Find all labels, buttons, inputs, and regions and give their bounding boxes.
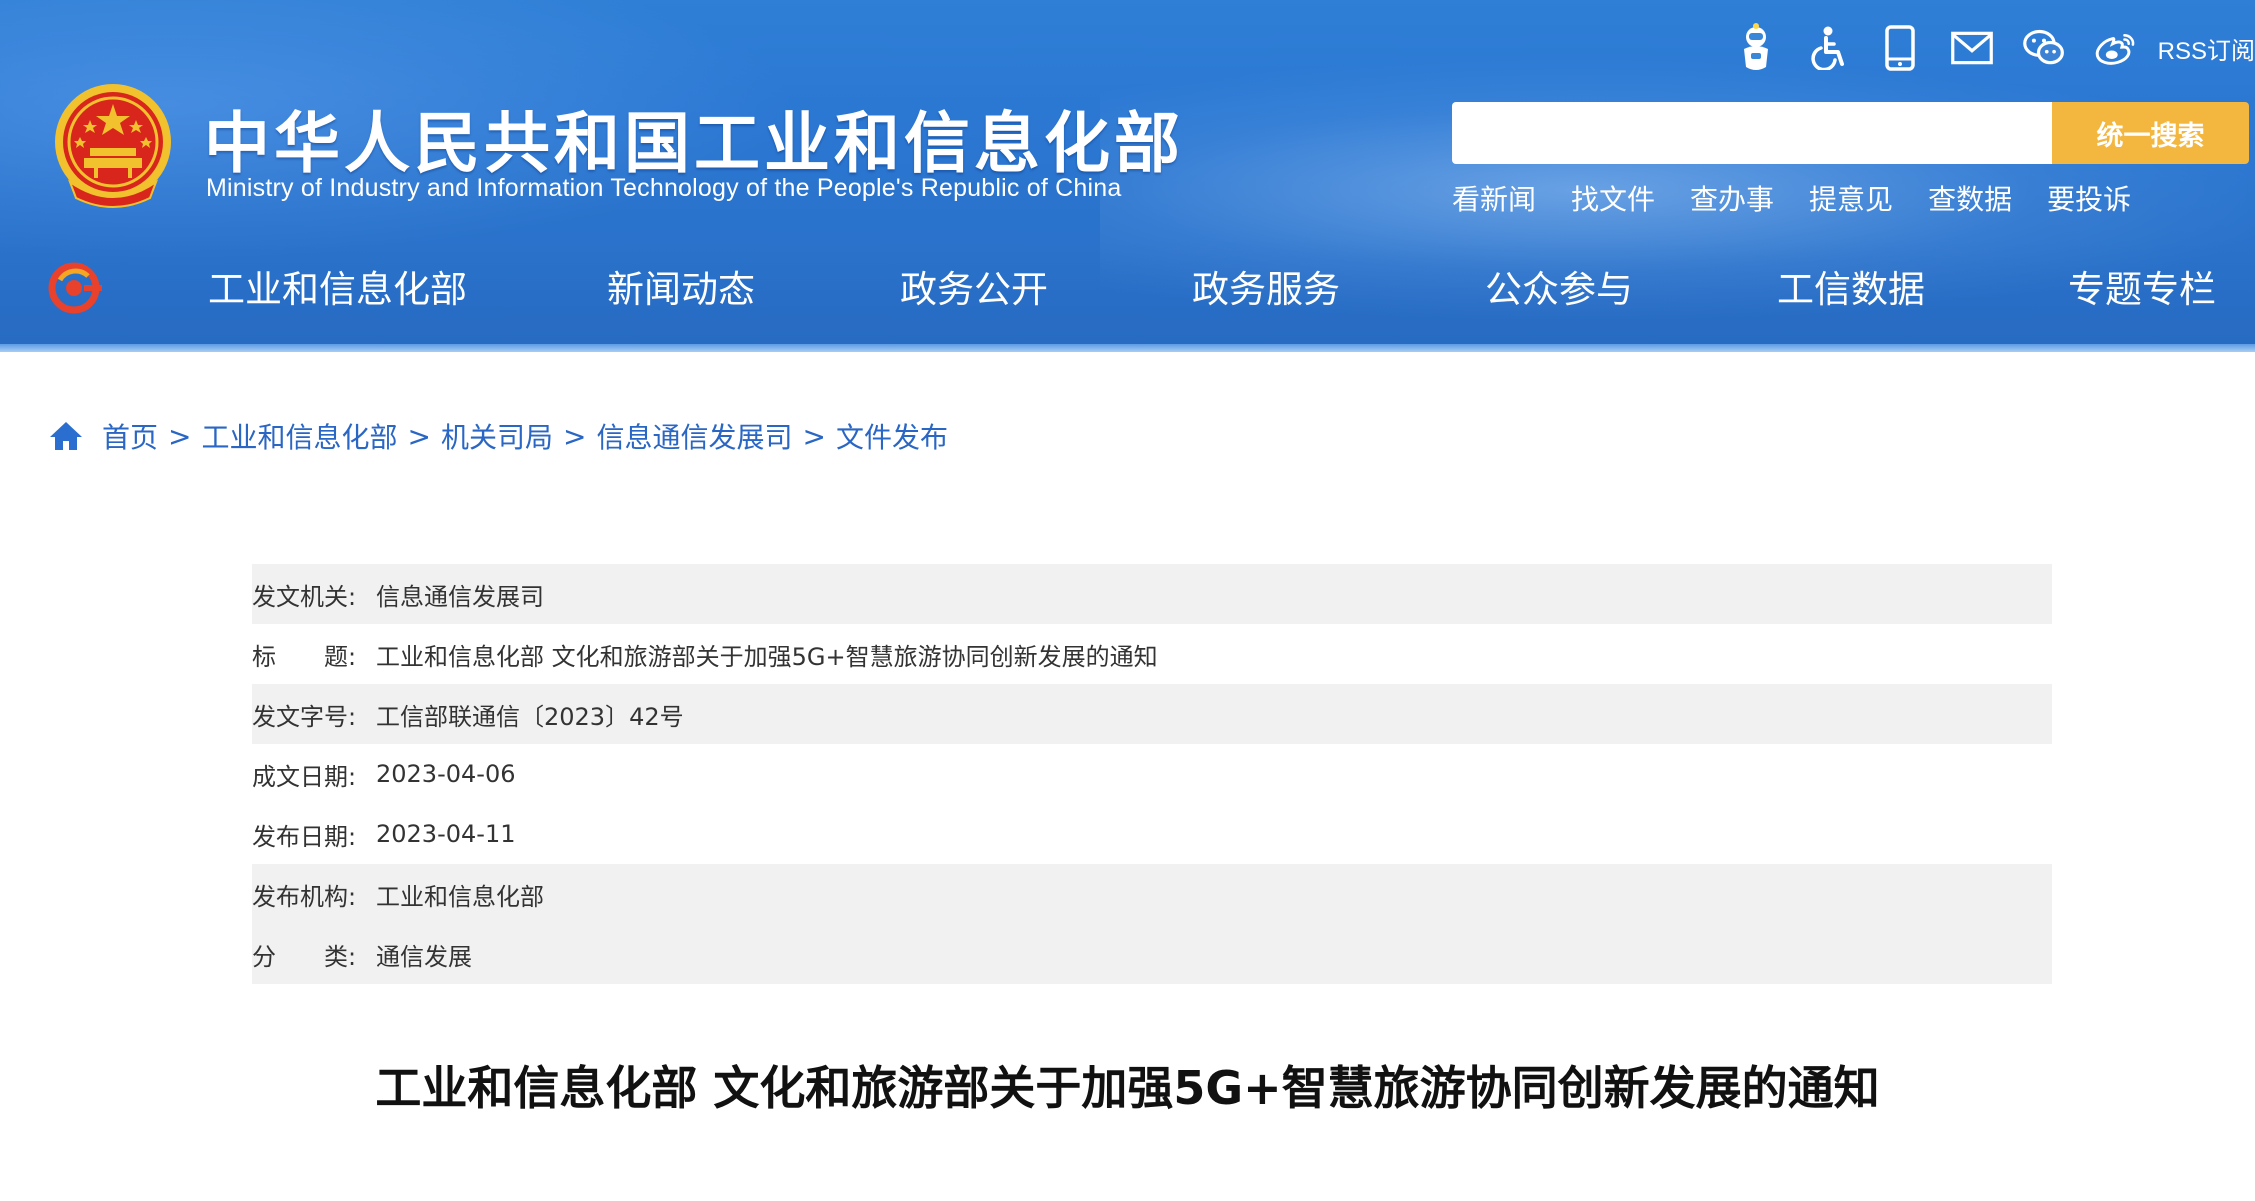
breadcrumb-separator: > — [562, 419, 587, 453]
document-metadata: 发文机关: 信息通信发展司 标 题: 工业和信息化部 文化和旅游部关于加强5G+… — [252, 564, 2052, 984]
meta-row-publisher: 发布机构: 工业和信息化部 — [252, 864, 2052, 924]
breadcrumb-home[interactable]: 首页 — [102, 416, 158, 456]
meta-label: 标 题: — [252, 642, 357, 671]
robot-assistant-icon[interactable] — [1734, 23, 1778, 73]
meta-label: 发文字号: — [252, 702, 357, 731]
accessibility-icon[interactable] — [1806, 23, 1850, 73]
meta-value: 2023-04-11 — [376, 820, 516, 848]
meta-row-issuing-authority: 发文机关: 信息通信发展司 — [252, 564, 2052, 624]
nav-item-news[interactable]: 新闻动态 — [607, 260, 755, 320]
nav-item-special-topics[interactable]: 专题专栏 — [2068, 260, 2216, 320]
meta-value: 信息通信发展司 — [376, 582, 544, 611]
meta-value: 通信发展 — [376, 942, 472, 971]
meta-row-written-date: 成文日期: 2023-04-06 — [252, 744, 2052, 804]
quick-link-data[interactable]: 查数据 — [1928, 178, 2012, 218]
meta-label: 发文机关: — [252, 582, 357, 611]
weibo-icon[interactable] — [2094, 23, 2138, 73]
search-bar: 统一搜索 — [1452, 102, 2249, 164]
quick-link-complaints[interactable]: 要投诉 — [2047, 178, 2131, 218]
breadcrumb-miit[interactable]: 工业和信息化部 — [201, 416, 397, 456]
meta-row-category: 分 类: 通信发展 — [252, 924, 2052, 984]
meta-row-document-number: 发文字号: 工信部联通信〔2023〕42号 — [252, 684, 2052, 744]
quick-link-feedback[interactable]: 提意见 — [1809, 178, 1893, 218]
article-title: 工业和信息化部 文化和旅游部关于加强5G+智慧旅游协同创新发展的通知 — [375, 1061, 1880, 1115]
main-navigation: 工业和信息化部 新闻动态 政务公开 政务服务 公众参与 工信数据 专题专栏 — [0, 260, 2255, 320]
search-input[interactable] — [1452, 102, 2052, 164]
breadcrumb-file-release[interactable]: 文件发布 — [836, 416, 948, 456]
header-bottom-line — [0, 344, 2255, 352]
wechat-icon[interactable] — [2022, 23, 2066, 73]
home-icon — [50, 422, 82, 450]
national-emblem-icon[interactable] — [50, 82, 176, 214]
nav-item-data[interactable]: 工信数据 — [1777, 260, 1925, 320]
breadcrumb: 首页 > 工业和信息化部 > 机关司局 > 信息通信发展司 > 文件发布 — [48, 414, 948, 458]
mobile-icon[interactable] — [1878, 23, 1922, 73]
meta-label: 发布日期: — [252, 822, 357, 851]
meta-value: 工信部联通信〔2023〕42号 — [376, 702, 684, 731]
site-subtitle: Ministry of Industry and Information Tec… — [206, 174, 1122, 202]
rss-subscribe-link[interactable]: RSS订阅 — [2158, 31, 2255, 66]
nav-item-gov-services[interactable]: 政务服务 — [1192, 260, 1340, 320]
search-button[interactable]: 统一搜索 — [2052, 102, 2249, 164]
nav-item-gov-affairs[interactable]: 政务公开 — [900, 260, 1048, 320]
breadcrumb-ict-development[interactable]: 信息通信发展司 — [596, 416, 792, 456]
meta-row-title: 标 题: 工业和信息化部 文化和旅游部关于加强5G+智慧旅游协同创新发展的通知 — [252, 624, 2052, 684]
quick-links: 看新闻 找文件 查办事 提意见 查数据 要投诉 — [1452, 178, 2166, 218]
mail-icon[interactable] — [1950, 23, 1994, 73]
breadcrumb-separator: > — [407, 419, 431, 453]
nav-item-miit[interactable]: 工业和信息化部 — [208, 260, 467, 320]
site-header: 中华人民共和国工业和信息化部 Ministry of Industry and … — [0, 0, 2255, 352]
quick-link-news[interactable]: 看新闻 — [1452, 178, 1536, 218]
meta-label: 分 类: — [252, 942, 357, 971]
breadcrumb-departments[interactable]: 机关司局 — [441, 416, 553, 456]
quick-link-documents[interactable]: 找文件 — [1571, 178, 1655, 218]
meta-row-publish-date: 发布日期: 2023-04-11 — [252, 804, 2052, 864]
breadcrumb-separator: > — [802, 419, 826, 453]
meta-label: 成文日期: — [252, 762, 357, 791]
breadcrumb-separator: > — [168, 419, 192, 453]
meta-value: 2023-04-06 — [376, 760, 516, 788]
meta-value: 工业和信息化部 文化和旅游部关于加强5G+智慧旅游协同创新发展的通知 — [376, 642, 1158, 671]
top-utility-icons: RSS订阅 — [1706, 18, 2255, 78]
quick-link-services[interactable]: 查办事 — [1690, 178, 1774, 218]
site-title: 中华人民共和国工业和信息化部 — [204, 105, 1184, 182]
meta-value: 工业和信息化部 — [376, 882, 544, 911]
meta-label: 发布机构: — [252, 882, 357, 911]
nav-item-public-participation[interactable]: 公众参与 — [1485, 260, 1633, 320]
